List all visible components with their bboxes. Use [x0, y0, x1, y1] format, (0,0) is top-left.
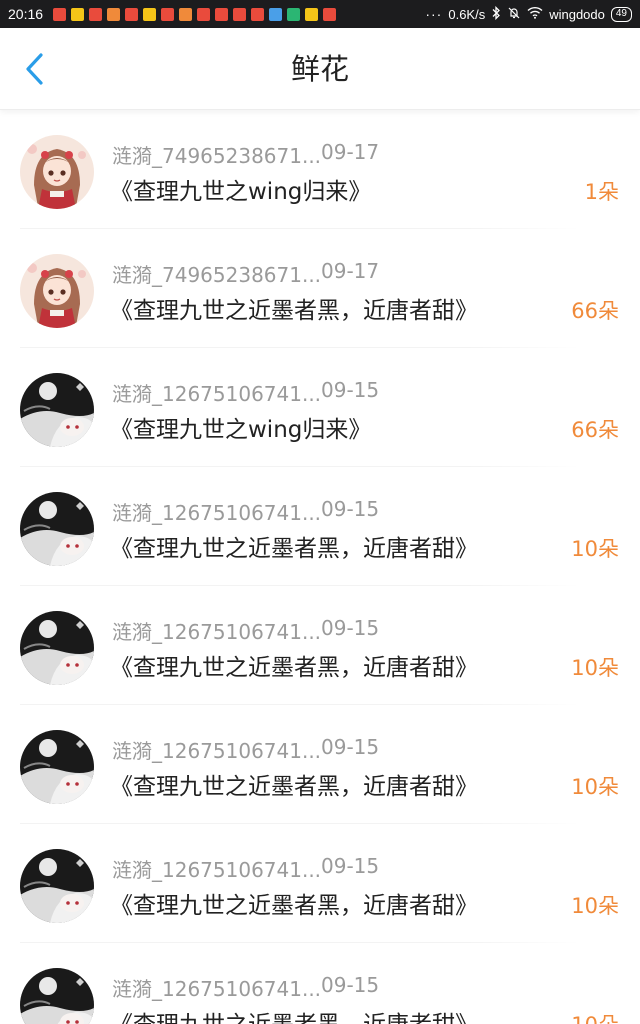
notification-app-icon — [107, 7, 121, 21]
book-title: 《查理九世之近墨者黑，近唐者甜》 — [110, 536, 478, 562]
avatar[interactable] — [20, 254, 94, 328]
battery-level: 49 — [615, 8, 627, 19]
notification-app-icon — [233, 7, 247, 21]
notification-icons — [53, 7, 337, 21]
date: 09-15 — [321, 497, 380, 521]
avatar[interactable] — [20, 611, 94, 685]
date: 09-15 — [321, 854, 380, 878]
username: 涟漪_12675106741... — [112, 620, 322, 644]
date: 09-15 — [321, 378, 380, 402]
overflow-dots: ··· — [425, 6, 443, 22]
status-right: ··· 0.6K/s wingdodo 49 — [425, 5, 632, 23]
notification-app-icon — [215, 7, 229, 21]
page-title: 鲜花 — [290, 52, 349, 86]
status-time: 20:16 — [8, 6, 44, 22]
notification-app-icon — [71, 7, 85, 21]
notification-app-icon — [161, 7, 175, 21]
notification-app-icon — [53, 7, 67, 21]
flower-count: 10朵 — [571, 775, 619, 799]
wifi-icon — [527, 6, 543, 22]
date: 09-17 — [321, 259, 380, 283]
wifi-name: wingdodo — [549, 6, 605, 22]
username: 涟漪_12675106741... — [112, 382, 322, 406]
avatar[interactable] — [20, 730, 94, 804]
notification-app-icon — [143, 7, 157, 21]
username: 涟漪_12675106741... — [112, 501, 322, 525]
notification-app-icon — [305, 7, 319, 21]
date: 09-17 — [321, 140, 380, 164]
avatar[interactable] — [20, 373, 94, 447]
status-bar: 20:16 ··· 0.6K/s wingdodo 49 — [0, 0, 640, 28]
avatar[interactable] — [20, 968, 94, 1024]
book-title: 《查理九世之近墨者黑，近唐者甜》 — [110, 298, 478, 324]
flower-count: 10朵 — [571, 537, 619, 561]
notification-app-icon — [197, 7, 211, 21]
notification-app-icon — [179, 7, 193, 21]
book-title: 《查理九世之近墨者黑，近唐者甜》 — [110, 774, 478, 800]
list-item[interactable]: 涟漪_12675106741...09-15 《查理九世之近墨者黑，近唐者甜》 10… — [0, 705, 640, 824]
battery-icon: 49 — [610, 6, 632, 22]
book-title: 《查理九世之wing归来》 — [110, 417, 372, 443]
flower-count: 10朵 — [571, 656, 619, 680]
flower-count: 1朵 — [584, 180, 619, 204]
username: 涟漪_12675106741... — [112, 739, 322, 763]
notification-app-icon — [251, 7, 265, 21]
flower-count: 10朵 — [571, 894, 619, 918]
header: 鲜花 — [0, 28, 640, 110]
book-title: 《查理九世之近墨者黑，近唐者甜》 — [110, 655, 478, 681]
notification-app-icon — [323, 7, 337, 21]
username: 涟漪_74965238671... — [112, 263, 322, 287]
list-item[interactable]: 涟漪_12675106741...09-15 《查理九世之近墨者黑，近唐者甜》 10… — [0, 467, 640, 586]
list-item[interactable]: 涟漪_12675106741...09-15 《查理九世之近墨者黑，近唐者甜》 10… — [0, 824, 640, 943]
date: 09-15 — [321, 616, 380, 640]
list-item[interactable]: 涟漪_12675106741... 09-15 《查理九世之wing归来》 66朵 — [0, 348, 640, 467]
book-title: 《查理九世之wing归来》 — [110, 179, 372, 205]
date: 09-15 — [321, 973, 380, 997]
mute-icon — [507, 6, 521, 23]
username: 涟漪_12675106741... — [112, 858, 322, 882]
notification-app-icon — [125, 7, 139, 21]
list-item[interactable]: 涟漪_12675106741...09-15 《查理九世之近墨者黑，近唐者甜》 10… — [0, 586, 640, 705]
network-speed: 0.6K/s — [448, 6, 486, 22]
book-title: 《查理九世之近墨者黑，近唐者甜》 — [110, 893, 478, 919]
notification-app-icon — [269, 7, 283, 21]
flower-count: 66朵 — [571, 299, 619, 323]
date: 09-15 — [321, 735, 380, 759]
avatar[interactable] — [20, 492, 94, 566]
notification-app-icon — [89, 7, 103, 21]
list-item[interactable]: 涟漪_12675106741...09-15 《查理九世之近墨者黑，近唐者甜》 10… — [0, 943, 640, 1024]
flower-count: 66朵 — [571, 418, 619, 442]
flower-gift-list: 涟漪_74965238671... 09-17 《查理九世之wing归来》 1朵 涟漪… — [0, 110, 640, 1024]
book-title: 《查理九世之近墨者黑，近唐者甜》 — [110, 1005, 478, 1024]
avatar[interactable] — [20, 135, 94, 209]
list-item[interactable]: 涟漪_74965238671... 09-17 《查理九世之近墨者黑，近唐者甜》 66… — [0, 229, 640, 348]
username: 涟漪_12675106741... — [112, 977, 322, 1001]
flower-count: 10朵 — [571, 1009, 619, 1024]
notification-app-icon — [287, 7, 301, 21]
avatar[interactable] — [20, 849, 94, 923]
list-item[interactable]: 涟漪_74965238671... 09-17 《查理九世之wing归来》 1朵 — [0, 110, 640, 229]
username: 涟漪_74965238671... — [112, 144, 322, 168]
bluetooth-icon — [491, 5, 501, 23]
